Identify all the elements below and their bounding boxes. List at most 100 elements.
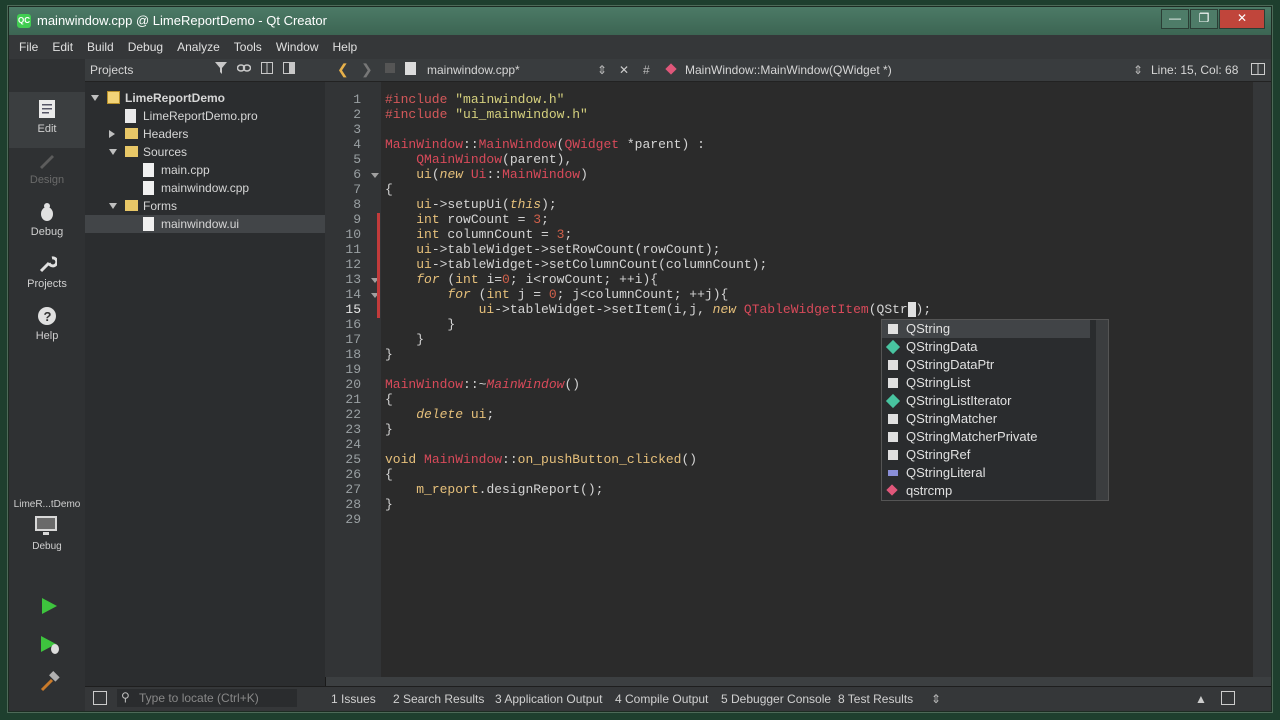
line-number: 10 xyxy=(345,227,361,242)
completion-item[interactable]: qstrcmp xyxy=(882,482,1090,500)
completion-item[interactable]: QStringDataPtr xyxy=(882,356,1090,374)
code-line: ui->tableWidget->setColumnCount(columnCo… xyxy=(416,257,768,272)
tree-item-pro-file[interactable]: LimeReportDemo.pro xyxy=(85,107,325,125)
tree-folder-forms[interactable]: Forms xyxy=(85,197,325,215)
completion-item[interactable]: QStringMatcher xyxy=(882,410,1090,428)
completion-item[interactable]: QStringLiteral xyxy=(882,464,1090,482)
line-number: 25 xyxy=(345,452,361,467)
menu-tools[interactable]: Tools xyxy=(234,40,262,54)
debug-run-icon[interactable] xyxy=(39,634,61,659)
toggle-sidebar-icon[interactable] xyxy=(93,691,107,705)
mode-projects[interactable]: Projects xyxy=(9,253,85,290)
pro-file-icon xyxy=(125,109,136,123)
chevron-updown-icon[interactable]: ⇕ xyxy=(931,692,941,706)
completion-item[interactable]: QStringMatcherPrivate xyxy=(882,428,1090,446)
close-pane-icon[interactable] xyxy=(283,62,295,77)
split-editor-icon[interactable] xyxy=(1251,63,1265,78)
struct-icon xyxy=(885,339,901,355)
locator-input[interactable]: ⚲ Type to locate (Ctrl+K) xyxy=(117,689,297,707)
target-build-mode: Debug xyxy=(32,541,62,552)
code-completion-popup[interactable]: QString QStringData QStringDataPtr QStri… xyxy=(881,319,1109,501)
mode-edit[interactable]: Edit xyxy=(9,92,85,148)
debugger-console-tab[interactable]: 5 Debugger Console xyxy=(721,692,831,706)
completion-scrollbar[interactable] xyxy=(1096,320,1108,500)
chevron-updown-icon[interactable]: ⇕ xyxy=(597,63,607,77)
completion-item[interactable]: QStringData xyxy=(882,338,1090,356)
mode-help[interactable]: ? Help xyxy=(9,305,85,342)
target-selector[interactable]: LimeR...tDemo Debug xyxy=(9,499,85,552)
menu-file[interactable]: File xyxy=(19,40,38,54)
monitor-icon xyxy=(34,514,60,538)
code-line: } xyxy=(385,332,425,347)
line-number: 3 xyxy=(353,122,361,137)
fold-marker-icon[interactable] xyxy=(371,173,379,178)
tree-folder-sources[interactable]: Sources xyxy=(85,143,325,161)
run-icon[interactable] xyxy=(39,596,59,619)
folder-icon xyxy=(125,128,138,139)
qt-creator-window: QC mainwindow.cpp @ LimeReportDemo - Qt … xyxy=(8,6,1272,712)
completion-label: QStringRef xyxy=(906,447,971,462)
close-document-icon[interactable]: ✕ xyxy=(619,63,629,77)
cursor-position[interactable]: Line: 15, Col: 68 xyxy=(1151,63,1238,77)
menu-analyze[interactable]: Analyze xyxy=(177,40,220,54)
menu-build[interactable]: Build xyxy=(87,40,114,54)
minimize-button[interactable]: — xyxy=(1161,9,1189,29)
tree-file-main-cpp[interactable]: main.cpp xyxy=(85,161,325,179)
toggle-right-sidebar-icon[interactable] xyxy=(1221,691,1235,705)
design-mode-icon xyxy=(36,149,58,171)
code-line: { xyxy=(385,392,393,407)
tree-folder-headers[interactable]: Headers xyxy=(85,125,325,143)
close-button[interactable]: ✕ xyxy=(1219,9,1265,29)
menu-edit[interactable]: Edit xyxy=(52,40,73,54)
split-icon[interactable] xyxy=(261,62,273,77)
tree-file-mainwindow-ui[interactable]: mainwindow.ui xyxy=(85,215,325,233)
code-line: for (int j = 0; j<columnCount; ++j){ xyxy=(447,287,729,302)
code-line: } xyxy=(385,497,393,512)
forward-arrow-icon[interactable]: ❯ xyxy=(361,61,373,78)
maximize-output-icon[interactable]: ▲ xyxy=(1195,692,1207,706)
build-hammer-icon[interactable] xyxy=(39,671,61,696)
code-line: ui(new Ui::MainWindow) xyxy=(416,167,588,182)
tree-label: Sources xyxy=(143,145,188,159)
menu-help[interactable]: Help xyxy=(333,40,358,54)
compile-output-tab[interactable]: 4 Compile Output xyxy=(615,692,708,706)
line-number: 12 xyxy=(345,257,361,272)
expand-arrow-icon xyxy=(91,95,99,101)
mode-edit-label: Edit xyxy=(37,123,57,135)
completion-label: QStringMatcherPrivate xyxy=(906,429,1038,444)
code-editor[interactable]: #include "mainwindow.h" #include "ui_mai… xyxy=(381,82,1253,677)
mode-debug[interactable]: Debug xyxy=(9,201,85,238)
completion-item[interactable]: QStringList xyxy=(882,374,1090,392)
completion-item[interactable]: QString xyxy=(882,320,1090,338)
issues-tab[interactable]: 1 Issues xyxy=(331,692,376,706)
line-number: 19 xyxy=(345,362,361,377)
maximize-button[interactable]: ❐ xyxy=(1190,9,1218,29)
mode-design[interactable]: Design xyxy=(9,149,85,186)
line-number: 24 xyxy=(345,437,361,452)
change-marker xyxy=(377,213,380,318)
link-icon[interactable] xyxy=(236,62,252,77)
projects-view-selector[interactable]: Projects xyxy=(90,63,133,77)
filter-icon[interactable] xyxy=(215,62,227,77)
file-icon xyxy=(405,62,416,75)
back-arrow-icon[interactable]: ❮ xyxy=(337,61,349,78)
application-output-tab[interactable]: 3 Application Output xyxy=(495,692,602,706)
test-results-tab[interactable]: 8 Test Results xyxy=(838,692,913,706)
editor-scrollbar[interactable] xyxy=(1253,82,1271,677)
qt-creator-app-icon: QC xyxy=(17,14,31,28)
menu-debug[interactable]: Debug xyxy=(128,40,163,54)
search-results-tab[interactable]: 2 Search Results xyxy=(393,692,484,706)
chevron-updown-icon[interactable]: ⇕ xyxy=(1133,63,1143,77)
editor-toolbar: ❮ ❯ mainwindow.cpp* ⇕ ✕ # MainWindow::Ma… xyxy=(325,59,1271,82)
tree-file-mainwindow-cpp[interactable]: mainwindow.cpp xyxy=(85,179,325,197)
code-line: void MainWindow::on_pushButton_clicked() xyxy=(385,452,698,467)
class-icon xyxy=(888,378,898,388)
edit-mode-icon xyxy=(36,98,58,120)
menu-window[interactable]: Window xyxy=(276,40,319,54)
symbol-selector[interactable]: MainWindow::MainWindow(QWidget *) xyxy=(685,63,892,77)
tree-project-root[interactable]: LimeReportDemo xyxy=(85,89,325,107)
open-document-selector[interactable]: mainwindow.cpp* xyxy=(427,63,520,77)
struct-icon xyxy=(885,393,901,409)
completion-item[interactable]: QStringListIterator xyxy=(882,392,1090,410)
completion-item[interactable]: QStringRef xyxy=(882,446,1090,464)
